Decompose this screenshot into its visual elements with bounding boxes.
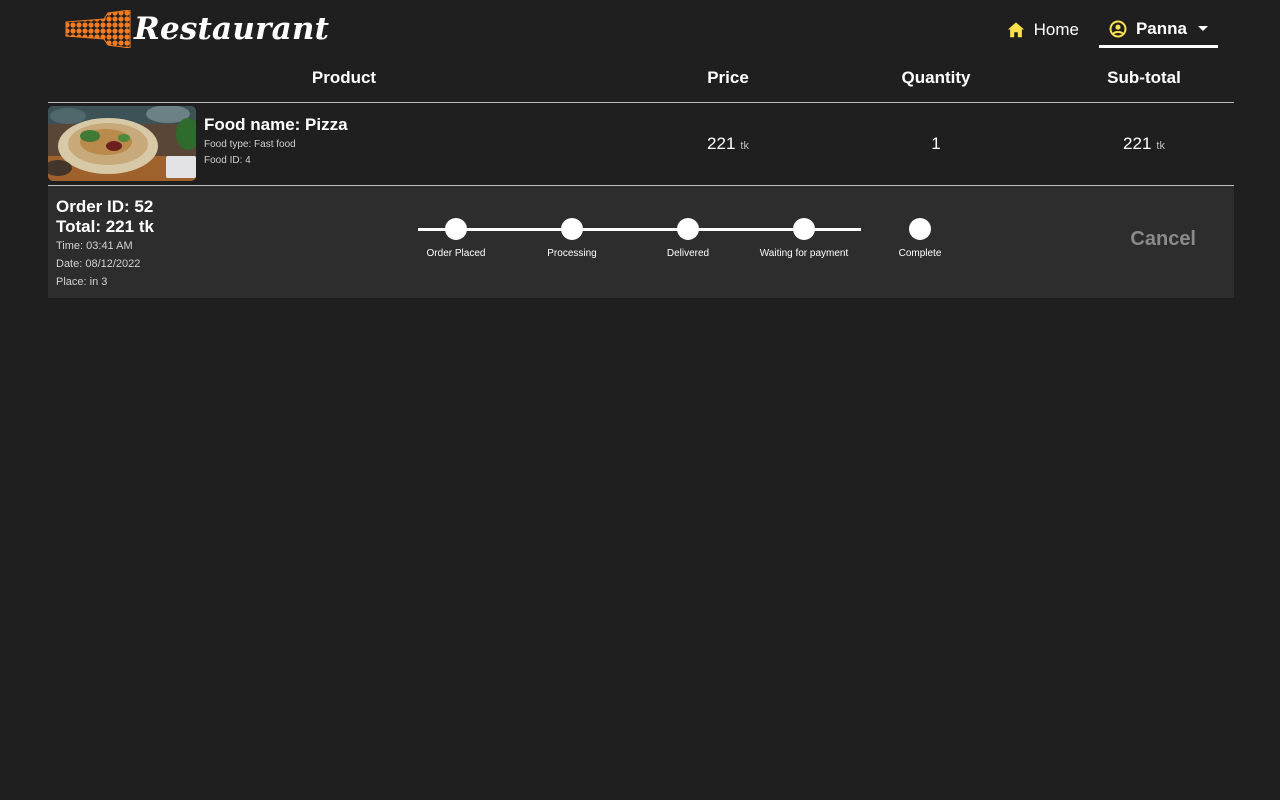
navbar: Restaurant Home Panna: [0, 0, 1280, 56]
step-label: Complete: [898, 248, 942, 259]
progress-step: Processing: [512, 218, 632, 259]
step-label: Processing: [547, 248, 597, 259]
item-price: 221 tk: [640, 103, 816, 185]
step-dot: [677, 218, 699, 240]
step-dot: [445, 218, 467, 240]
order-status-panel: Order ID: 52 Total: 221 tk Time: 03:41 A…: [48, 186, 1234, 298]
column-header-quantity: Quantity: [901, 68, 971, 87]
nav-home-label: Home: [1033, 20, 1079, 39]
food-type: Food type: Fast food: [204, 139, 296, 150]
food-id: Food ID: 4: [204, 155, 251, 166]
item-subtotal: 221 tk: [1048, 103, 1240, 185]
subtotal-unit: tk: [1156, 140, 1165, 152]
column-header-product: Product: [311, 68, 377, 87]
price-value: 221: [707, 134, 736, 153]
user-menu-dropdown[interactable]: Panna: [1098, 12, 1218, 48]
nav-links: Home Panna: [999, 12, 1218, 48]
table-row: Food name: Pizza Food type: Fast food Fo…: [48, 103, 1234, 186]
price-unit: tk: [740, 140, 749, 152]
order-place: Place: in 3: [56, 276, 108, 288]
cancel-order-button[interactable]: Cancel: [1122, 224, 1204, 255]
bottle-logo-icon: [65, 10, 131, 48]
step-dot: [793, 218, 815, 240]
subtotal-value: 221: [1123, 134, 1152, 153]
table-header: Product Price Quantity Sub-total: [48, 56, 1234, 103]
order-id: Order ID: 52: [56, 197, 154, 216]
step-dot: [561, 218, 583, 240]
step-label: Order Placed: [426, 248, 486, 259]
progress-step: Waiting for payment: [744, 218, 864, 259]
order-total: Total: 221 tk: [56, 217, 154, 236]
column-header-price: Price: [707, 68, 749, 87]
progress-step: Complete: [860, 218, 980, 259]
step-label: Waiting for payment: [759, 248, 849, 259]
brand-link[interactable]: Restaurant: [64, 10, 329, 48]
order-info: Order ID: 52 Total: 221 tk Time: 03:41 A…: [56, 197, 154, 291]
order-date: Date: 08/12/2022: [56, 258, 141, 270]
order-time: Time: 03:41 AM: [56, 240, 133, 252]
food-image: [48, 106, 196, 181]
step-dot: [909, 218, 931, 240]
home-icon: [1007, 22, 1024, 38]
chevron-down-icon: [1198, 26, 1208, 31]
brand-name: Restaurant: [134, 11, 330, 47]
item-quantity: 1: [931, 134, 941, 153]
user-circle-icon: [1109, 20, 1127, 37]
user-name: Panna: [1135, 18, 1187, 38]
cart-table: Product Price Quantity Sub-total Food na…: [48, 56, 1234, 298]
order-progress-tracker: Order Placed Processing Delivered Waitin…: [378, 218, 941, 268]
nav-home-link[interactable]: Home: [999, 12, 1087, 48]
food-details: Food name: Pizza Food type: Fast food Fo…: [204, 115, 348, 169]
progress-step: Delivered: [628, 218, 748, 259]
column-header-subtotal: Sub-total: [1107, 68, 1181, 87]
food-name: Food name: Pizza: [204, 115, 348, 134]
step-label: Delivered: [666, 248, 710, 259]
progress-step: Order Placed: [396, 218, 516, 259]
